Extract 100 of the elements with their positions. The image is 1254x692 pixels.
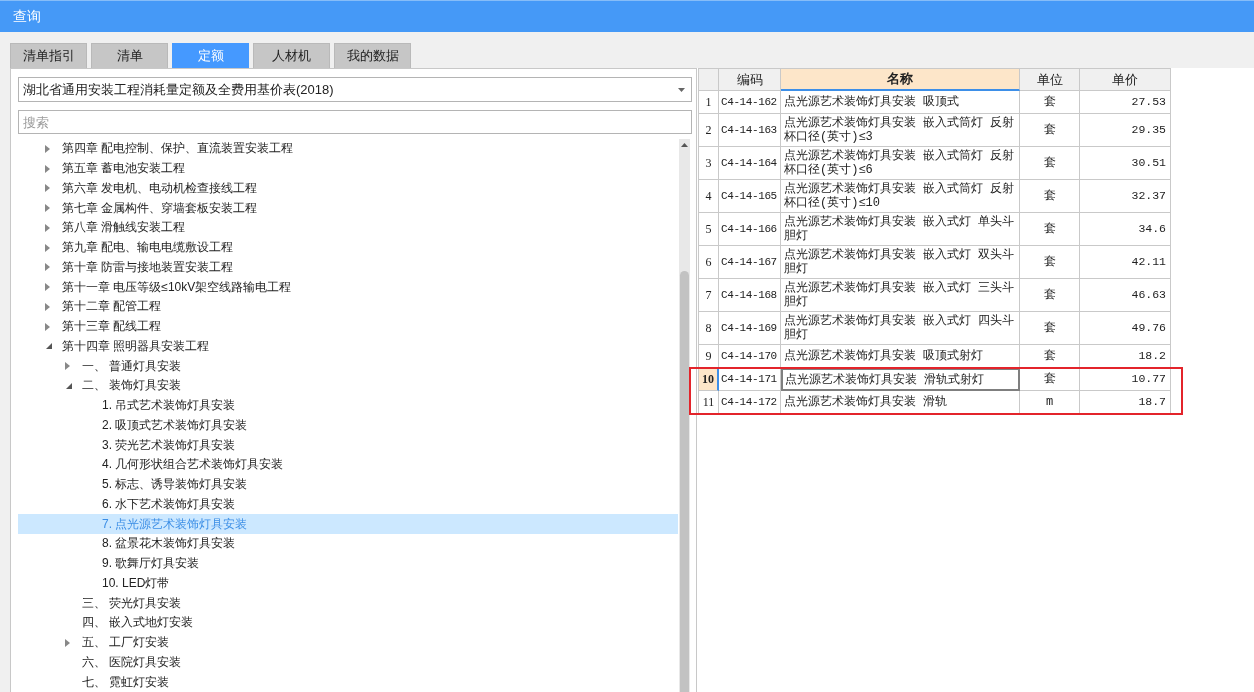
caret-right-icon[interactable] bbox=[45, 302, 50, 311]
name-cell: 点光源艺术装饰灯具安装 嵌入式灯 四头斗胆灯 bbox=[781, 312, 1020, 345]
tab[interactable]: 清单 bbox=[91, 43, 168, 68]
caret-down-icon[interactable] bbox=[66, 382, 72, 389]
tree-item[interactable]: 五、 工厂灯安装 bbox=[18, 632, 678, 653]
caret-right-icon[interactable] bbox=[45, 204, 50, 213]
caret-right-icon[interactable] bbox=[45, 184, 50, 193]
name-cell: 点光源艺术装饰灯具安装 嵌入式灯 双头斗胆灯 bbox=[781, 246, 1020, 279]
column-header[interactable]: 单位 bbox=[1020, 69, 1080, 91]
code-cell: C4-14-171 bbox=[719, 368, 781, 391]
tree-item[interactable]: 8. 盆景花木装饰灯具安装 bbox=[18, 534, 678, 554]
unit-cell: 套 bbox=[1020, 246, 1080, 279]
caret-down-icon[interactable] bbox=[46, 343, 52, 350]
tree-item[interactable]: 第九章 配电、输电电缆敷设工程 bbox=[18, 237, 678, 258]
tree-item[interactable]: 四、 嵌入式地灯安装 bbox=[18, 613, 678, 633]
price-cell: 18.7 bbox=[1080, 391, 1171, 414]
price-cell: 30.51 bbox=[1080, 147, 1171, 180]
unit-cell: 套 bbox=[1020, 213, 1080, 246]
caret-right-icon[interactable] bbox=[45, 283, 50, 292]
unit-cell: 套 bbox=[1020, 345, 1080, 368]
price-cell: 18.2 bbox=[1080, 345, 1171, 368]
price-cell: 42.11 bbox=[1080, 246, 1171, 279]
row-number: 2 bbox=[699, 114, 719, 147]
row-number: 6 bbox=[699, 246, 719, 279]
unit-cell: 套 bbox=[1020, 147, 1080, 180]
caret-right-icon[interactable] bbox=[45, 322, 50, 331]
tree-item[interactable]: 9. 歌舞厅灯具安装 bbox=[18, 553, 678, 574]
unit-cell: 套 bbox=[1020, 279, 1080, 312]
caret-right-icon[interactable] bbox=[65, 638, 70, 647]
tree-item[interactable]: 一、 普通灯具安装 bbox=[18, 356, 678, 376]
unit-cell: m bbox=[1020, 391, 1080, 414]
unit-cell: 套 bbox=[1020, 180, 1080, 213]
column-header[interactable]: 单价 bbox=[1080, 69, 1171, 91]
tree-item[interactable]: 二、 装饰灯具安装 bbox=[18, 376, 678, 396]
caret-right-icon[interactable] bbox=[65, 362, 70, 371]
caret-right-icon[interactable] bbox=[45, 243, 50, 252]
dropdown-caret-icon bbox=[678, 87, 685, 92]
name-cell: 点光源艺术装饰灯具安装 嵌入式灯 单头斗胆灯 bbox=[781, 213, 1020, 246]
tree-item[interactable]: 第四章 配电控制、保护、直流装置安装工程 bbox=[18, 139, 678, 159]
name-cell: 点光源艺术装饰灯具安装 嵌入式灯 三头斗胆灯 bbox=[781, 279, 1020, 312]
library-dropdown[interactable]: 湖北省通用安装工程消耗量定额及全费用基价表(2018) bbox=[18, 77, 692, 102]
tree-item[interactable]: 第七章 金属构件、穿墙套板安装工程 bbox=[18, 198, 678, 218]
tree-item[interactable]: 第十一章 电压等级≤10kV架空线路输电工程 bbox=[18, 277, 678, 297]
price-cell: 10.77 bbox=[1080, 368, 1171, 391]
row-number: 5 bbox=[699, 213, 719, 246]
tree-item[interactable]: 第十章 防雷与接地装置安装工程 bbox=[18, 257, 678, 278]
caret-right-icon[interactable] bbox=[45, 164, 50, 173]
unit-cell: 套 bbox=[1020, 312, 1080, 345]
tab[interactable]: 我的数据 bbox=[334, 43, 411, 68]
tree-item[interactable]: 第五章 蓄电池安装工程 bbox=[18, 158, 678, 179]
scroll-up-icon[interactable] bbox=[681, 143, 688, 147]
row-number: 1 bbox=[699, 91, 719, 114]
caret-right-icon[interactable] bbox=[45, 223, 50, 232]
name-cell: 点光源艺术装饰灯具安装 滑轨式射灯 bbox=[781, 368, 1020, 391]
code-cell: C4-14-163 bbox=[719, 114, 781, 147]
caret-right-icon[interactable] bbox=[45, 263, 50, 272]
tree-item[interactable]: 六、 医院灯具安装 bbox=[18, 652, 678, 673]
tree-item[interactable]: 5. 标志、诱导装饰灯具安装 bbox=[18, 474, 678, 495]
column-header[interactable]: 编码 bbox=[719, 69, 781, 91]
row-number: 11 bbox=[699, 391, 719, 414]
column-header[interactable]: 名称 bbox=[781, 69, 1020, 91]
tree-item[interactable]: 10. LED灯带 bbox=[18, 573, 678, 594]
name-cell: 点光源艺术装饰灯具安装 吸顶式 bbox=[781, 91, 1020, 114]
tree-item[interactable]: 第十四章 照明器具安装工程 bbox=[18, 336, 678, 357]
name-cell: 点光源艺术装饰灯具安装 嵌入式筒灯 反射杯口径(英寸)≤6 bbox=[781, 147, 1020, 180]
tab[interactable]: 人材机 bbox=[253, 43, 330, 68]
tree-item[interactable]: 6. 水下艺术装饰灯具安装 bbox=[18, 494, 678, 515]
tree-item[interactable]: 第八章 滑触线安装工程 bbox=[18, 218, 678, 238]
tree-item[interactable]: 第六章 发电机、电动机检查接线工程 bbox=[18, 178, 678, 199]
scrollbar-thumb[interactable] bbox=[680, 271, 689, 692]
name-cell: 点光源艺术装饰灯具安装 吸顶式射灯 bbox=[781, 345, 1020, 368]
scrollbar[interactable] bbox=[679, 139, 690, 692]
tree-item[interactable]: 第十三章 配线工程 bbox=[18, 316, 678, 337]
code-cell: C4-14-164 bbox=[719, 147, 781, 180]
tree-item[interactable]: 4. 几何形状组合艺术装饰灯具安装 bbox=[18, 455, 678, 475]
unit-cell: 套 bbox=[1020, 114, 1080, 147]
tree-item[interactable]: 七、 霓虹灯安装 bbox=[18, 672, 678, 692]
code-cell: C4-14-162 bbox=[719, 91, 781, 114]
code-cell: C4-14-168 bbox=[719, 279, 781, 312]
tab[interactable]: 清单指引 bbox=[10, 43, 87, 68]
name-cell: 点光源艺术装饰灯具安装 嵌入式筒灯 反射杯口径(英寸)≤3 bbox=[781, 114, 1020, 147]
tree-item[interactable]: 3. 荧光艺术装饰灯具安装 bbox=[18, 435, 678, 455]
code-cell: C4-14-170 bbox=[719, 345, 781, 368]
row-number: 8 bbox=[699, 312, 719, 345]
tree-item[interactable]: 1. 吊式艺术装饰灯具安装 bbox=[18, 395, 678, 416]
price-cell: 49.76 bbox=[1080, 312, 1171, 345]
window-title: 查询 bbox=[13, 7, 41, 26]
price-cell: 27.53 bbox=[1080, 91, 1171, 114]
code-cell: C4-14-172 bbox=[719, 391, 781, 414]
price-cell: 46.63 bbox=[1080, 279, 1171, 312]
row-number: 7 bbox=[699, 279, 719, 312]
tree-item[interactable]: 三、 荧光灯具安装 bbox=[18, 593, 678, 613]
search-field[interactable]: 搜索 bbox=[18, 110, 692, 134]
tree-item[interactable]: 第十二章 配管工程 bbox=[18, 297, 678, 317]
price-cell: 29.35 bbox=[1080, 114, 1171, 147]
tree-item[interactable]: 2. 吸顶式艺术装饰灯具安装 bbox=[18, 415, 678, 436]
caret-right-icon[interactable] bbox=[45, 144, 50, 153]
row-number: 10 bbox=[699, 368, 719, 391]
name-cell: 点光源艺术装饰灯具安装 滑轨 bbox=[781, 391, 1020, 414]
code-cell: C4-14-165 bbox=[719, 180, 781, 213]
